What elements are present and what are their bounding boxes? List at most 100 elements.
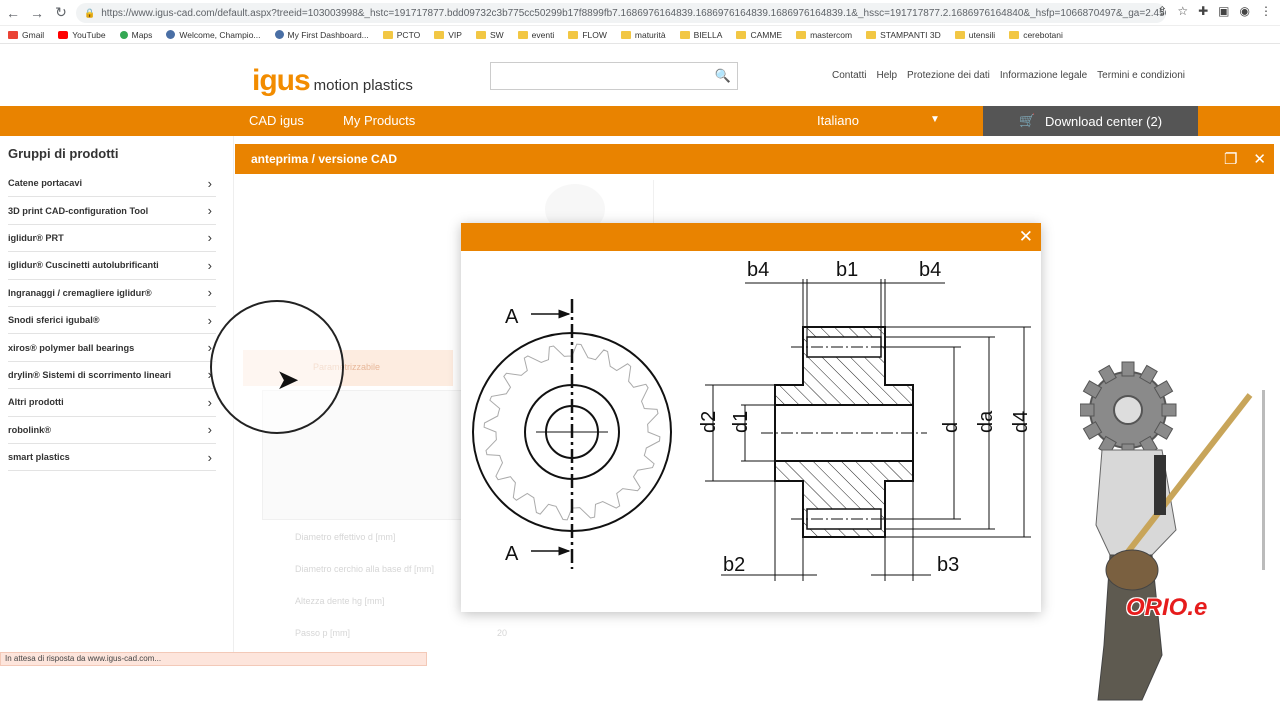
sidebar-item[interactable]: iglidur® PRT › <box>8 225 216 253</box>
page-scrollbar[interactable] <box>1262 390 1265 570</box>
forward-icon[interactable]: → <box>26 2 48 24</box>
sidebar-item[interactable]: Ingranaggi / cremagliere iglidur® › <box>8 280 216 307</box>
bookmark-label: My First Dashboard... <box>287 29 369 40</box>
site-header: igus motion plastics 🔍 Contatti Help Pro… <box>0 44 1280 106</box>
folder-icon <box>1009 30 1020 39</box>
star-icon[interactable]: ☆ <box>1177 4 1188 18</box>
bookmark-item[interactable]: My First Dashboard... <box>274 29 369 40</box>
bookmark-item[interactable]: Maps <box>119 30 152 40</box>
folder-icon <box>517 30 528 39</box>
yt-icon <box>58 30 69 39</box>
nav-cad-igus[interactable]: CAD igus <box>249 113 304 128</box>
bookmark-item[interactable]: STAMPANTI 3D <box>866 30 941 40</box>
search-input[interactable]: 🔍 <box>490 62 738 90</box>
browser-toolbar: ← → ↻ 🔒 https://www.igus-cad.com/default… <box>0 0 1280 26</box>
gear-tooth <box>1121 361 1135 377</box>
link-legal[interactable]: Informazione legale <box>1000 70 1087 81</box>
bookmark-item[interactable]: PCTO <box>382 30 420 40</box>
chevron-right-icon: › <box>207 257 212 273</box>
address-bar[interactable]: 🔒 https://www.igus-cad.com/default.aspx?… <box>76 3 1166 23</box>
cad-panel-header: anteprima / versione CAD ❐ ✕ <box>235 144 1274 174</box>
gear-section-view: b4 b1 b4 b2 b3 d2 d1 d da d4 <box>698 259 1032 581</box>
section-label-top: A <box>505 306 519 328</box>
sidebar-item-label: robolink® <box>8 424 52 435</box>
dim-d4: d4 <box>1010 411 1032 433</box>
ghost-row-3: Passo p [mm] <box>295 628 351 638</box>
bookmark-label: cerebotani <box>1023 29 1063 40</box>
sidebar-item[interactable]: smart plastics › <box>8 444 216 472</box>
language-select[interactable]: Italiano <box>817 113 859 128</box>
link-privacy[interactable]: Protezione dei dati <box>907 70 990 81</box>
folder-icon <box>434 30 445 39</box>
gear-head-icon <box>1080 361 1177 459</box>
dim-b4-right: b4 <box>919 259 941 281</box>
ghost-value: 20 <box>497 628 508 638</box>
bookmark-item[interactable]: FLOW <box>568 30 607 40</box>
close-panel-icon[interactable]: ✕ <box>1253 150 1266 168</box>
bookmark-item[interactable]: Welcome, Champio... <box>166 30 261 40</box>
download-center-label: Download center (2) <box>1045 113 1163 129</box>
chevron-right-icon: › <box>207 312 212 328</box>
dim-b2: b2 <box>723 554 745 576</box>
sidebar-item[interactable]: xiros® polymer ball bearings › <box>8 334 216 362</box>
profile-icon[interactable]: ◉ <box>1240 4 1250 18</box>
bookmark-item[interactable]: SW <box>475 30 504 40</box>
bookmark-item[interactable]: YouTube <box>58 29 106 40</box>
browser-extensions: ⇪ ☆ ✚ ▣ ◉ ⋮ <box>1157 4 1272 18</box>
bookmark-item[interactable]: Gmail <box>8 30 44 40</box>
close-popup-icon[interactable]: ✕ <box>1019 227 1033 247</box>
folder-icon <box>679 30 690 39</box>
dim-b3: b3 <box>937 554 959 576</box>
igus-logo[interactable]: igus motion plastics <box>252 64 413 98</box>
folder-icon <box>475 30 486 39</box>
bookmark-label: maturità <box>634 29 666 40</box>
restore-window-icon[interactable]: ❐ <box>1224 150 1237 168</box>
bookmark-item[interactable]: utensili <box>954 29 996 40</box>
sidebar-item[interactable]: robolink® › <box>8 417 216 444</box>
bookmark-item[interactable]: cerebotani <box>1009 30 1063 40</box>
download-center-button[interactable]: 🛒 Download center (2) <box>983 106 1198 136</box>
sidepanel-icon[interactable]: ▣ <box>1218 4 1229 18</box>
bookmark-label: YouTube <box>72 29 106 40</box>
menu-icon[interactable]: ⋮ <box>1260 4 1272 18</box>
sidebar-item[interactable]: 3D print CAD-configuration Tool › <box>8 197 216 225</box>
share-icon[interactable]: ⇪ <box>1157 4 1167 18</box>
globe-icon <box>166 30 176 39</box>
dim-da: da <box>975 410 997 433</box>
dim-d1: d1 <box>730 411 752 433</box>
folder-icon <box>736 30 747 39</box>
bookmark-item[interactable]: eventi <box>517 30 554 40</box>
section-label-bottom: A <box>505 543 519 565</box>
bookmark-item[interactable]: VIP <box>434 30 462 40</box>
sidebar-item[interactable]: Snodi sferici igubal® › <box>8 307 216 335</box>
sidebar-item[interactable]: Altri prodotti › <box>8 389 216 417</box>
bookmark-item[interactable]: CAMME <box>736 30 782 40</box>
mouse-cursor-icon: ➤ <box>276 364 300 395</box>
back-icon[interactable]: ← <box>2 2 24 24</box>
link-help[interactable]: Help <box>876 70 897 81</box>
sidebar-item-label: drylin® Sistemi di scorrimento lineari <box>8 369 172 380</box>
bookmark-label: FLOW <box>582 29 607 40</box>
bookmark-item[interactable]: maturità <box>620 29 666 40</box>
chevron-right-icon: › <box>207 285 212 301</box>
bookmark-item[interactable]: mastercom <box>796 30 852 40</box>
ghost-row-1: Diametro cerchio alla base df [mm] <box>295 564 435 574</box>
link-contatti[interactable]: Contatti <box>832 70 866 81</box>
caret-down-icon[interactable]: ▼ <box>930 114 940 125</box>
bookmark-item[interactable]: BIELLA <box>679 30 722 40</box>
nav-my-products[interactable]: My Products <box>343 113 415 128</box>
product-groups-sidebar: Gruppi di prodotti Catene portacavi › 3D p… <box>0 136 234 656</box>
sidebar-item[interactable]: iglidur® Cuscinetti autolubrificanti › <box>8 252 216 280</box>
logo-brand: igus <box>252 64 311 97</box>
sidebar-title: Gruppi di prodotti <box>8 146 119 161</box>
link-terms[interactable]: Termini e condizioni <box>1097 70 1185 81</box>
sidebar-item[interactable]: drylin® Sistemi di scorrimento lineari› <box>8 362 216 390</box>
sidebar-item[interactable]: Catene portacavi › <box>8 170 216 198</box>
puzzle-icon[interactable]: ✚ <box>1198 4 1208 18</box>
reload-icon[interactable]: ↻ <box>50 2 72 24</box>
maps-icon <box>119 30 128 39</box>
bookmark-label: utensili <box>968 29 996 40</box>
search-icon[interactable]: 🔍 <box>715 68 731 84</box>
dim-b1: b1 <box>836 259 858 281</box>
ghost-row-0: Diametro effettivo d [mm] <box>295 532 396 542</box>
